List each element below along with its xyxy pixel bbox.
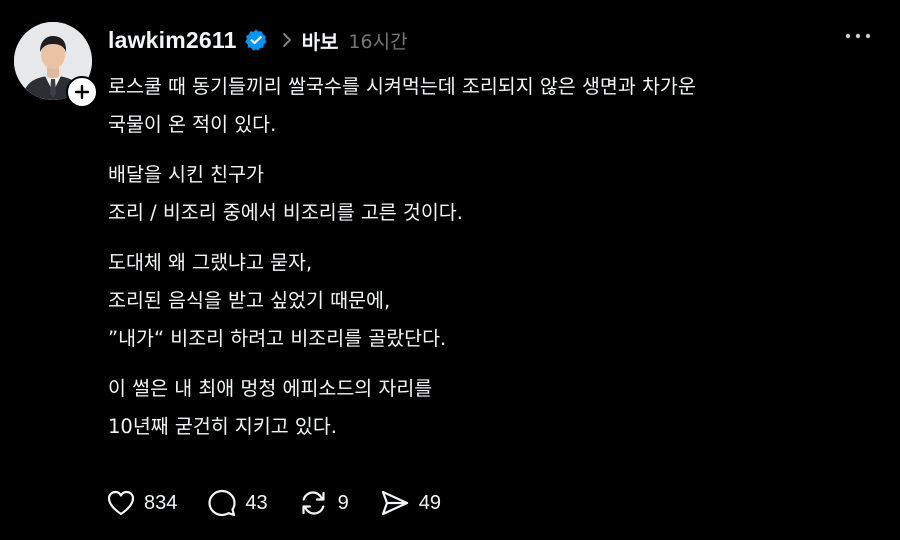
repost-button[interactable]: 9 xyxy=(298,488,349,518)
post-paragraph: 로스쿨 때 동기들끼리 쌀국수를 시켜먹는데 조리되지 않은 생면과 차가운 국… xyxy=(108,68,878,144)
more-options-button[interactable] xyxy=(840,22,876,50)
post-text-line: 도대체 왜 그랬냐고 묻자, xyxy=(108,251,313,274)
post-text-line: 로스쿨 때 동기들끼리 쌀국수를 시켜먹는데 조리되지 않은 생면과 차가운 xyxy=(108,75,696,98)
comment-bubble-icon xyxy=(208,489,236,517)
post-text-line: 10년째 굳건히 지키고 있다. xyxy=(108,415,338,438)
share-button[interactable]: 49 xyxy=(379,488,441,518)
post-text-line: ”내가“ 비조리 하려고 비조리를 골랐단다. xyxy=(108,327,447,350)
post-timestamp: 16시간 xyxy=(348,30,408,53)
plus-icon xyxy=(74,84,90,100)
post-text-line: 조리된 음식을 받고 싶었기 때문에, xyxy=(108,289,391,312)
like-button[interactable]: 834 xyxy=(106,489,177,517)
reply-count: 43 xyxy=(245,491,268,514)
post-text-line: 이 썰은 내 최애 멍청 에피소드의 자리를 xyxy=(108,377,433,400)
reply-button[interactable]: 43 xyxy=(207,488,268,518)
post-paragraph: 도대체 왜 그랬냐고 묻자, 조리된 음식을 받고 싶었기 때문에, ”내가“ … xyxy=(108,244,878,358)
repost-icon xyxy=(302,491,325,515)
post-body: 로스쿨 때 동기들끼리 쌀국수를 시켜먹는데 조리되지 않은 생면과 차가운 국… xyxy=(108,68,878,458)
share-count: 49 xyxy=(418,491,441,514)
thread-post: lawkim2611 바보 16시간 로스쿨 때 동기들끼리 쌀국수를 시켜먹는… xyxy=(0,0,900,540)
avatar-container[interactable] xyxy=(14,22,98,108)
post-header: lawkim2611 바보 16시간 xyxy=(108,22,408,58)
post-actions: 834 43 9 49 xyxy=(106,485,471,521)
post-paragraph: 배달을 시킨 친구가 조리 / 비조리 중에서 비조리를 고른 것이다. xyxy=(108,156,878,232)
username-link[interactable]: lawkim2611 xyxy=(108,27,237,54)
post-text-line: 국물이 온 적이 있다. xyxy=(108,113,277,136)
send-icon xyxy=(381,490,408,516)
post-text-line: 조리 / 비조리 중에서 비조리를 고른 것이다. xyxy=(108,201,463,224)
repost-count: 9 xyxy=(337,491,349,514)
more-dots-icon xyxy=(845,33,871,39)
chevron-right-icon xyxy=(280,31,294,49)
follow-button[interactable] xyxy=(66,76,98,108)
post-paragraph: 이 썰은 내 최애 멍청 에피소드의 자리를 10년째 굳건히 지키고 있다. xyxy=(108,370,878,446)
post-text-line: 배달을 시킨 친구가 xyxy=(108,163,264,186)
topic-tag-link[interactable]: 바보 xyxy=(302,26,339,55)
verified-badge-icon xyxy=(244,28,268,52)
like-count: 834 xyxy=(144,491,178,514)
heart-icon xyxy=(107,490,135,516)
